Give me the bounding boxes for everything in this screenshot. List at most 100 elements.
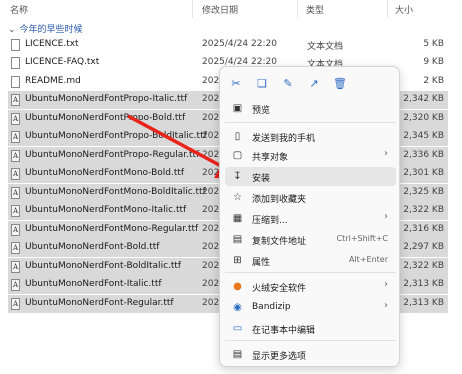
menu-item-label: Bandizip — [252, 302, 291, 312]
copy-icon[interactable]: ❏ — [253, 75, 271, 93]
menu-item-label: 火绒安全软件 — [252, 284, 307, 294]
file-name: UbuntuMonoNerdFontMono-Bold.ttf — [25, 168, 185, 178]
menu-item-label: 在记事本中编辑 — [252, 326, 316, 336]
font-file-icon — [11, 261, 20, 273]
file-name: UbuntuMonoNerdFontMono-Regular.ttf — [25, 224, 199, 234]
menu-item[interactable]: ▣ 预览 — [225, 99, 396, 118]
menu-item-label: 添加到收藏夹 — [252, 195, 307, 205]
menu-item-label: 发送到我的手机 — [252, 134, 316, 144]
file-size: 2,313 KB — [403, 279, 444, 289]
phone-icon: ▯ — [234, 131, 241, 142]
preview-icon: ▣ — [232, 103, 243, 114]
menu-item-label: 复制文件地址 — [252, 237, 307, 247]
menu-separator — [225, 340, 396, 341]
font-file-icon — [11, 298, 20, 310]
file-name: UbuntuMonoNerdFont-BoldItalic.ttf — [25, 261, 182, 271]
menu-separator — [225, 122, 396, 123]
file-name: UbuntuMonoNerdFontPropo-Regular.ttf — [25, 150, 200, 160]
file-name: UbuntuMonoNerdFontMono-BoldItalic.ttf — [25, 187, 206, 197]
menu-item-label: 压缩到... — [252, 216, 288, 226]
menu-item[interactable]: ☆ 添加到收藏夹 — [225, 188, 396, 207]
font-file-icon — [11, 242, 20, 254]
notepad-icon: ▭ — [232, 323, 243, 334]
chevron-right-icon: › — [384, 279, 388, 290]
menu-item[interactable]: ⊞ 属性 Alt+Enter — [225, 251, 396, 270]
delete-icon[interactable]: 🗑 — [331, 75, 349, 93]
menu-item[interactable]: ◉ Bandizip › — [225, 298, 396, 317]
chevron-down-icon: ⌄ — [8, 25, 16, 35]
properties-icon: ⊞ — [233, 255, 242, 266]
chevron-right-icon: › — [384, 211, 388, 222]
column-header: 名称 修改日期 类型 大小 — [0, 0, 462, 18]
star-icon: ☆ — [233, 192, 242, 203]
menu-separator — [225, 272, 396, 273]
font-file-icon — [11, 187, 20, 199]
file-size: 2,342 KB — [403, 94, 444, 104]
file-name: UbuntuMonoNerdFontPropo-BoldItalic.ttf — [25, 131, 207, 141]
column-type-header[interactable]: 类型 — [306, 3, 324, 16]
rename-icon[interactable]: ✎ — [279, 75, 297, 93]
menu-item[interactable]: ▢ 共享对象 › — [225, 146, 396, 165]
font-file-icon — [11, 205, 20, 217]
font-file-icon — [11, 150, 20, 162]
column-divider[interactable] — [387, 0, 388, 18]
install-icon: ↧ — [233, 171, 242, 182]
file-size: 5 KB — [423, 39, 444, 49]
file-size: 2,297 KB — [403, 242, 444, 252]
file-name: README.md — [25, 76, 81, 86]
share-object-icon: ▢ — [232, 150, 243, 161]
menu-item[interactable]: ▭ 在记事本中编辑 — [225, 319, 396, 338]
menu-item-label: 属性 — [252, 258, 271, 268]
font-file-icon — [11, 224, 20, 236]
menu-item-label: 预览 — [252, 106, 271, 116]
column-divider[interactable] — [297, 0, 298, 18]
file-size: 2,313 KB — [403, 298, 444, 308]
copy-path-icon: ▤ — [232, 234, 243, 245]
file-size: 9 KB — [423, 57, 444, 67]
menu-item-label: 安装 — [252, 174, 271, 184]
file-size: 2,320 KB — [403, 113, 444, 123]
file-name: UbuntuMonoNerdFont-Regular.ttf — [25, 298, 174, 308]
cut-icon[interactable]: ✂ — [227, 75, 245, 93]
file-size: 2,322 KB — [403, 205, 444, 215]
font-file-icon — [11, 94, 20, 106]
file-date: 2025/4/24 22:20 — [202, 39, 277, 49]
column-size-header[interactable]: 大小 — [395, 3, 413, 16]
menu-item[interactable]: ● 火绒安全软件 › — [225, 277, 396, 296]
file-name: UbuntuMonoNerdFont-Bold.ttf — [25, 242, 160, 252]
file-type: 文本文档 — [307, 42, 344, 52]
bandizip-icon: ◉ — [233, 302, 242, 313]
file-name: UbuntuMonoNerdFontMono-Italic.ttf — [25, 205, 187, 215]
chevron-right-icon: › — [384, 300, 388, 311]
text-file-icon — [11, 76, 20, 88]
menu-item[interactable]: ↧ 安装 — [225, 167, 396, 186]
file-name: UbuntuMonoNerdFontPropo-Bold.ttf — [25, 113, 186, 123]
column-name-header[interactable]: 名称 — [10, 3, 28, 16]
compress-icon: ▦ — [232, 213, 243, 224]
share-icon[interactable]: ↗ — [305, 75, 323, 93]
menu-item-label: 显示更多选项 — [252, 352, 307, 362]
menu-item[interactable]: ▤ 显示更多选项 — [225, 345, 396, 364]
font-file-icon — [11, 131, 20, 143]
file-name: LICENCE.txt — [25, 39, 79, 49]
context-toolbar: ✂ ❏ ✎ ↗ 🗑 — [220, 73, 399, 95]
column-divider[interactable] — [192, 0, 193, 18]
file-name: UbuntuMonoNerdFont-Italic.ttf — [25, 279, 162, 289]
font-file-icon — [11, 113, 20, 125]
menu-item[interactable]: ▤ 复制文件地址 Ctrl+Shift+C — [225, 230, 396, 249]
menu-item[interactable]: ▦ 压缩到... › — [225, 209, 396, 228]
file-size: 2,325 KB — [403, 187, 444, 197]
text-file-icon — [11, 57, 20, 69]
file-name: UbuntuMonoNerdFontPropo-Italic.ttf — [25, 94, 188, 104]
menu-item-label: 共享对象 — [252, 153, 289, 163]
group-label: 今年的早些时候 — [19, 25, 83, 35]
font-file-icon — [11, 168, 20, 180]
file-size: 2,301 KB — [403, 168, 444, 178]
text-file-icon — [11, 39, 20, 51]
group-header[interactable]: ⌄ 今年的早些时候 — [8, 22, 83, 35]
menu-item[interactable]: ▯ 发送到我的手机 — [225, 127, 396, 146]
column-date-header[interactable]: 修改日期 — [202, 3, 238, 16]
context-menu: ✂ ❏ ✎ ↗ 🗑 ▣ 预览 ▯ 发送到我的手机 ▢ 共享对象 › ↧ 安装 ☆ 添加到收藏夹 ▦ 压缩… — [219, 66, 400, 367]
file-row[interactable]: LICENCE.txt 2025/4/24 22:20 文本文档 5 KB — [8, 36, 448, 54]
huorong-icon: ● — [233, 281, 242, 292]
